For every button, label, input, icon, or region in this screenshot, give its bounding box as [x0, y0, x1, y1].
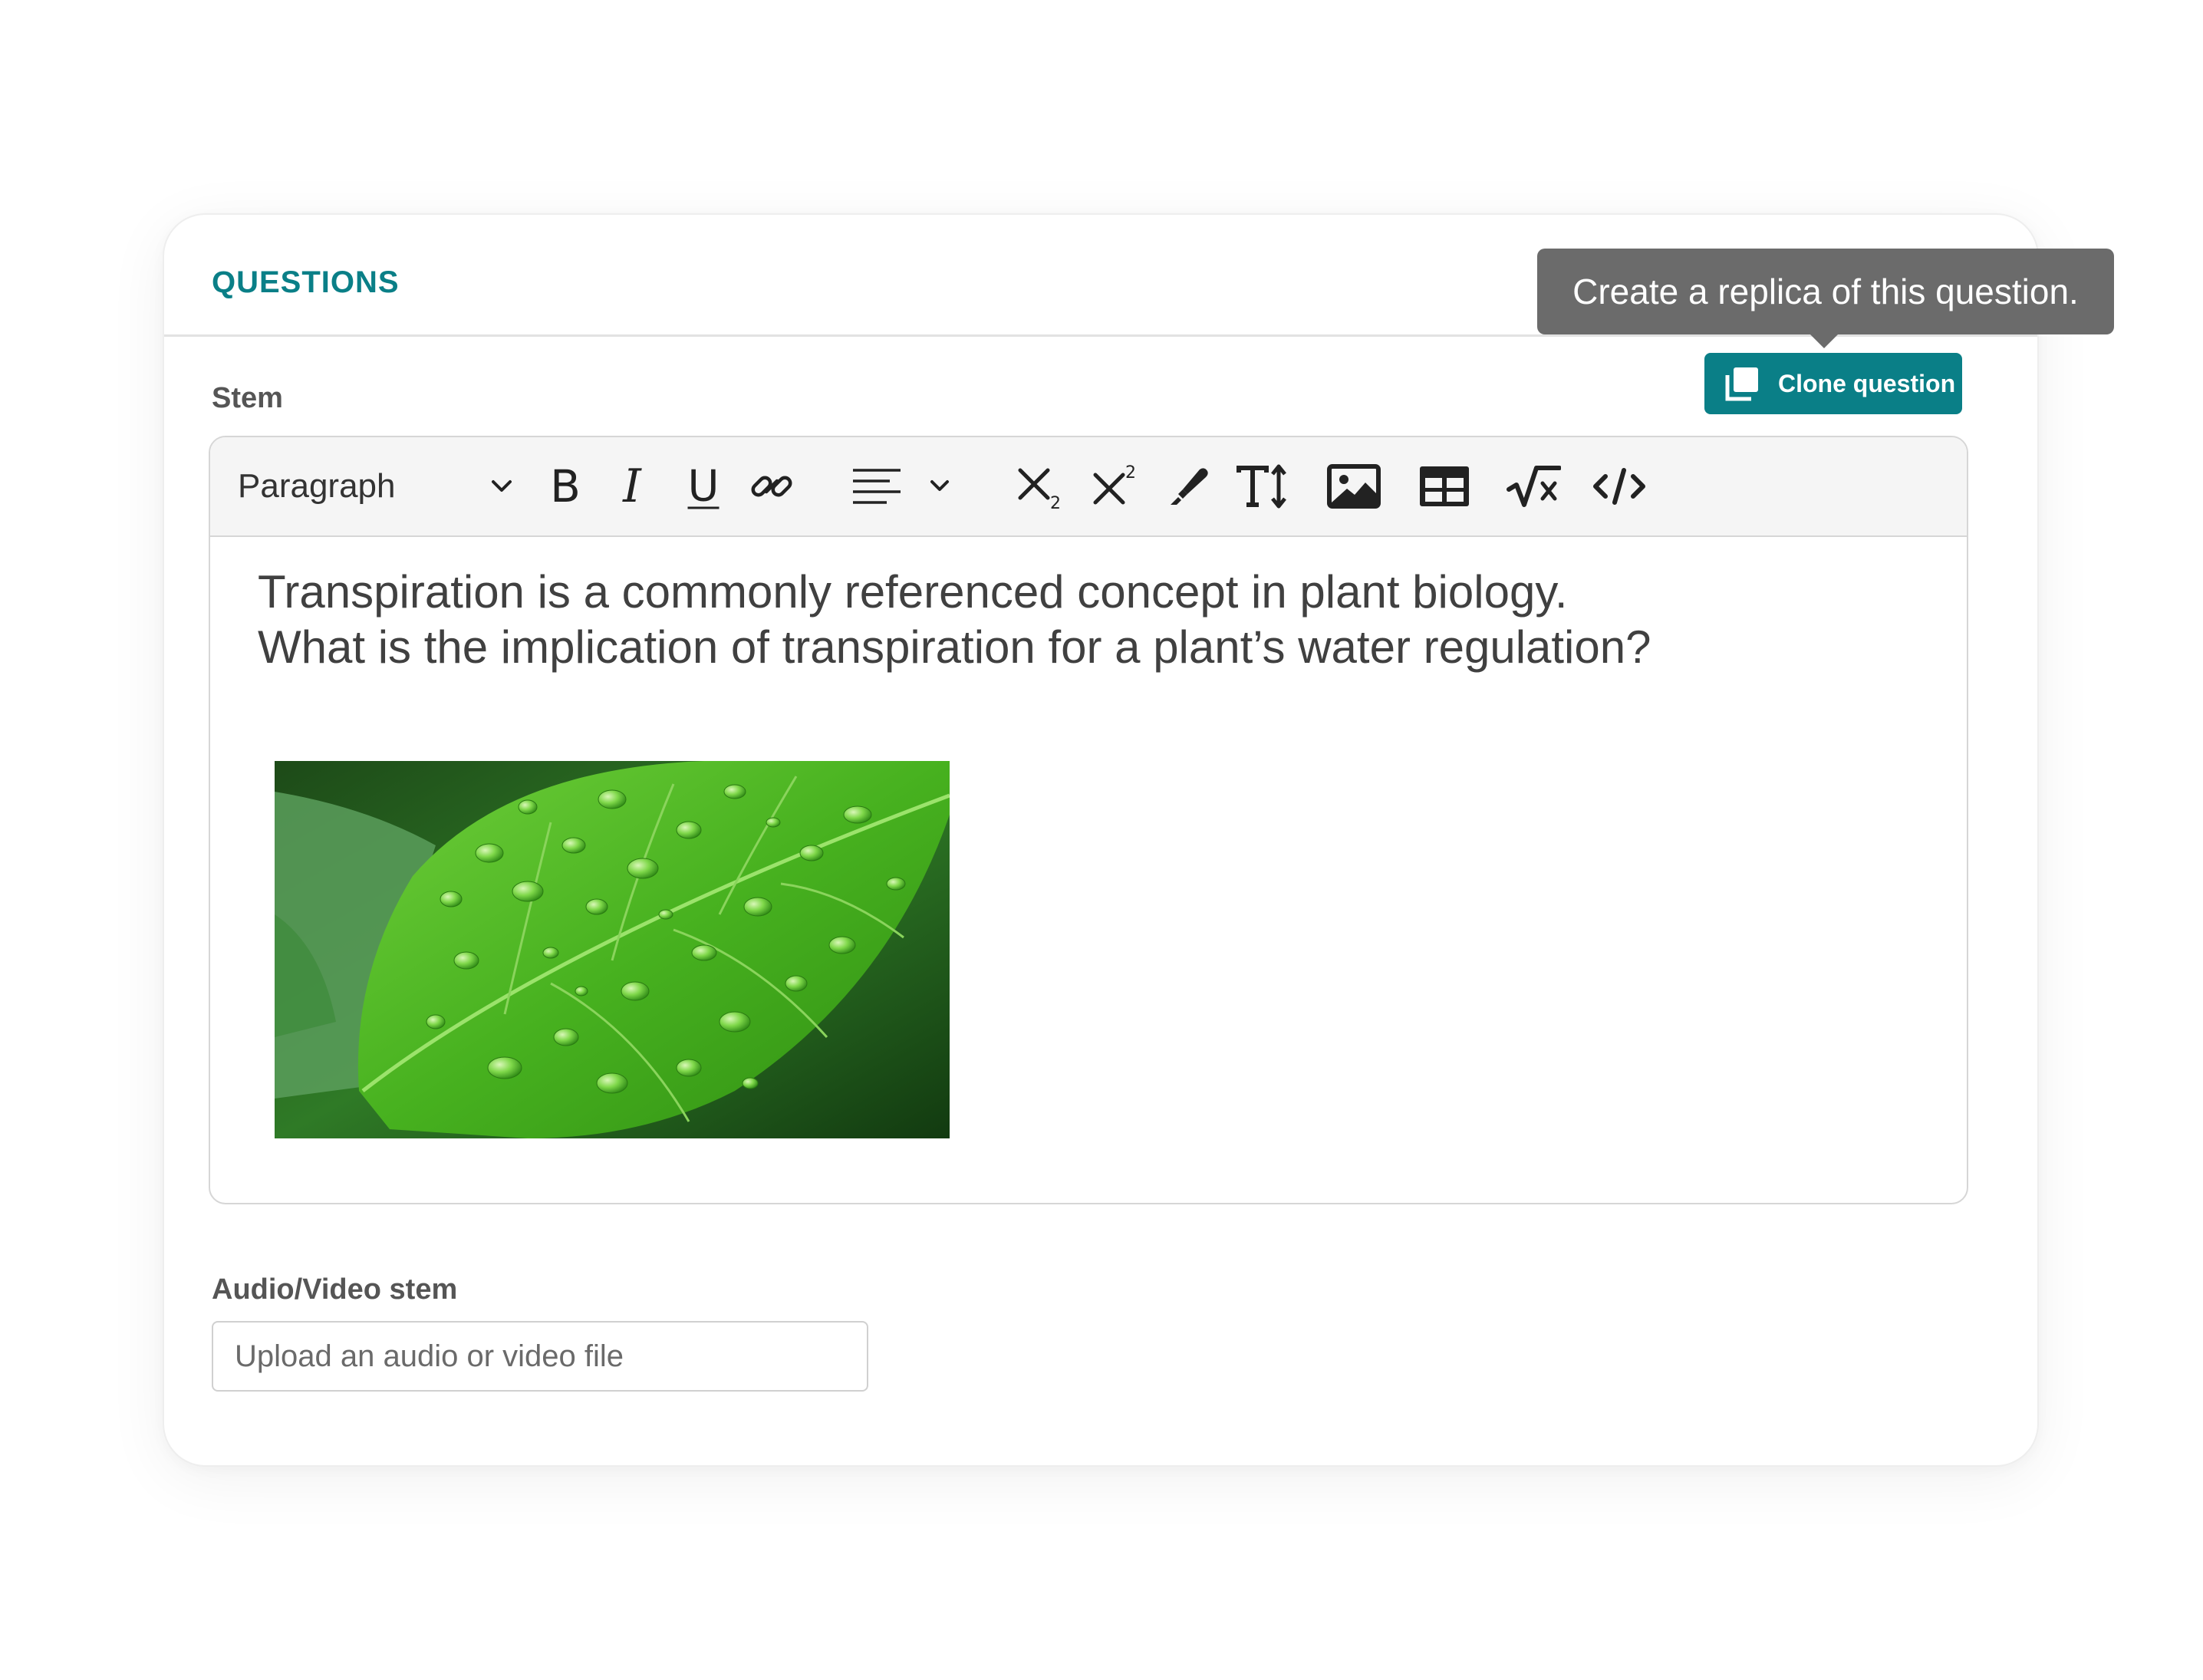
- section-title: QUESTIONS: [212, 265, 400, 299]
- superscript-button[interactable]: 2: [1089, 461, 1143, 512]
- code-icon: [1593, 468, 1645, 505]
- block-format-select[interactable]: Paragraph: [238, 467, 514, 506]
- align-dropdown[interactable]: [851, 466, 951, 507]
- link-button[interactable]: [747, 465, 796, 508]
- stem-content[interactable]: Transpiration is a commonly referenced c…: [258, 565, 1921, 675]
- font-size-icon: [1237, 464, 1286, 509]
- chevron-down-icon: [492, 480, 512, 492]
- clone-question-label: Clone question: [1778, 369, 1956, 397]
- insert-math-button[interactable]: [1503, 463, 1563, 509]
- math-icon: [1507, 466, 1561, 507]
- font-size-button[interactable]: [1235, 463, 1295, 509]
- insert-image-button[interactable]: [1324, 464, 1384, 509]
- highlight-icon: [1171, 468, 1208, 505]
- image-icon: [1327, 464, 1381, 509]
- underline-button[interactable]: U: [677, 462, 730, 512]
- highlight-button[interactable]: [1164, 463, 1213, 509]
- subscript-icon: 2: [1018, 468, 1061, 512]
- clone-question-button[interactable]: Clone question: [1704, 353, 1962, 414]
- block-format-value: Paragraph: [238, 467, 396, 505]
- link-icon: [751, 476, 792, 497]
- align-left-icon: [853, 469, 901, 504]
- svg-text:2: 2: [1050, 494, 1061, 512]
- table-icon: [1420, 466, 1469, 506]
- stem-label: Stem: [212, 382, 283, 414]
- underline-icon: U: [687, 461, 720, 512]
- copy-icon: [1725, 367, 1758, 401]
- tooltip-text: Create a replica of this question.: [1572, 272, 2079, 311]
- bold-icon: B: [550, 460, 581, 512]
- italic-button[interactable]: I: [609, 460, 655, 513]
- superscript-icon: 2: [1093, 463, 1136, 505]
- italic-icon: I: [623, 460, 641, 513]
- stem-editor: Paragraph B I U 2 2 Transpiration is a c…: [209, 436, 1968, 1204]
- insert-table-button[interactable]: [1414, 464, 1474, 509]
- stem-text-line-1: Transpiration is a commonly referenced c…: [258, 566, 1568, 618]
- subscript-button[interactable]: 2: [1014, 461, 1068, 512]
- bold-button[interactable]: B: [538, 460, 592, 512]
- stem-text-line-2: What is the implication of transpiration…: [258, 621, 1651, 673]
- svg-text:2: 2: [1125, 463, 1136, 483]
- editor-toolbar: Paragraph B I U 2 2: [210, 437, 1967, 537]
- questions-card: QUESTIONS Create a replica of this quest…: [163, 213, 2114, 1467]
- upload-media-field[interactable]: [212, 1321, 868, 1392]
- av-stem-label: Audio/Video stem: [212, 1273, 458, 1306]
- leaf-image[interactable]: [275, 761, 950, 1138]
- chevron-down-icon: [930, 480, 949, 491]
- clone-tooltip: Create a replica of this question.: [1537, 249, 2114, 348]
- source-code-button[interactable]: [1589, 467, 1649, 506]
